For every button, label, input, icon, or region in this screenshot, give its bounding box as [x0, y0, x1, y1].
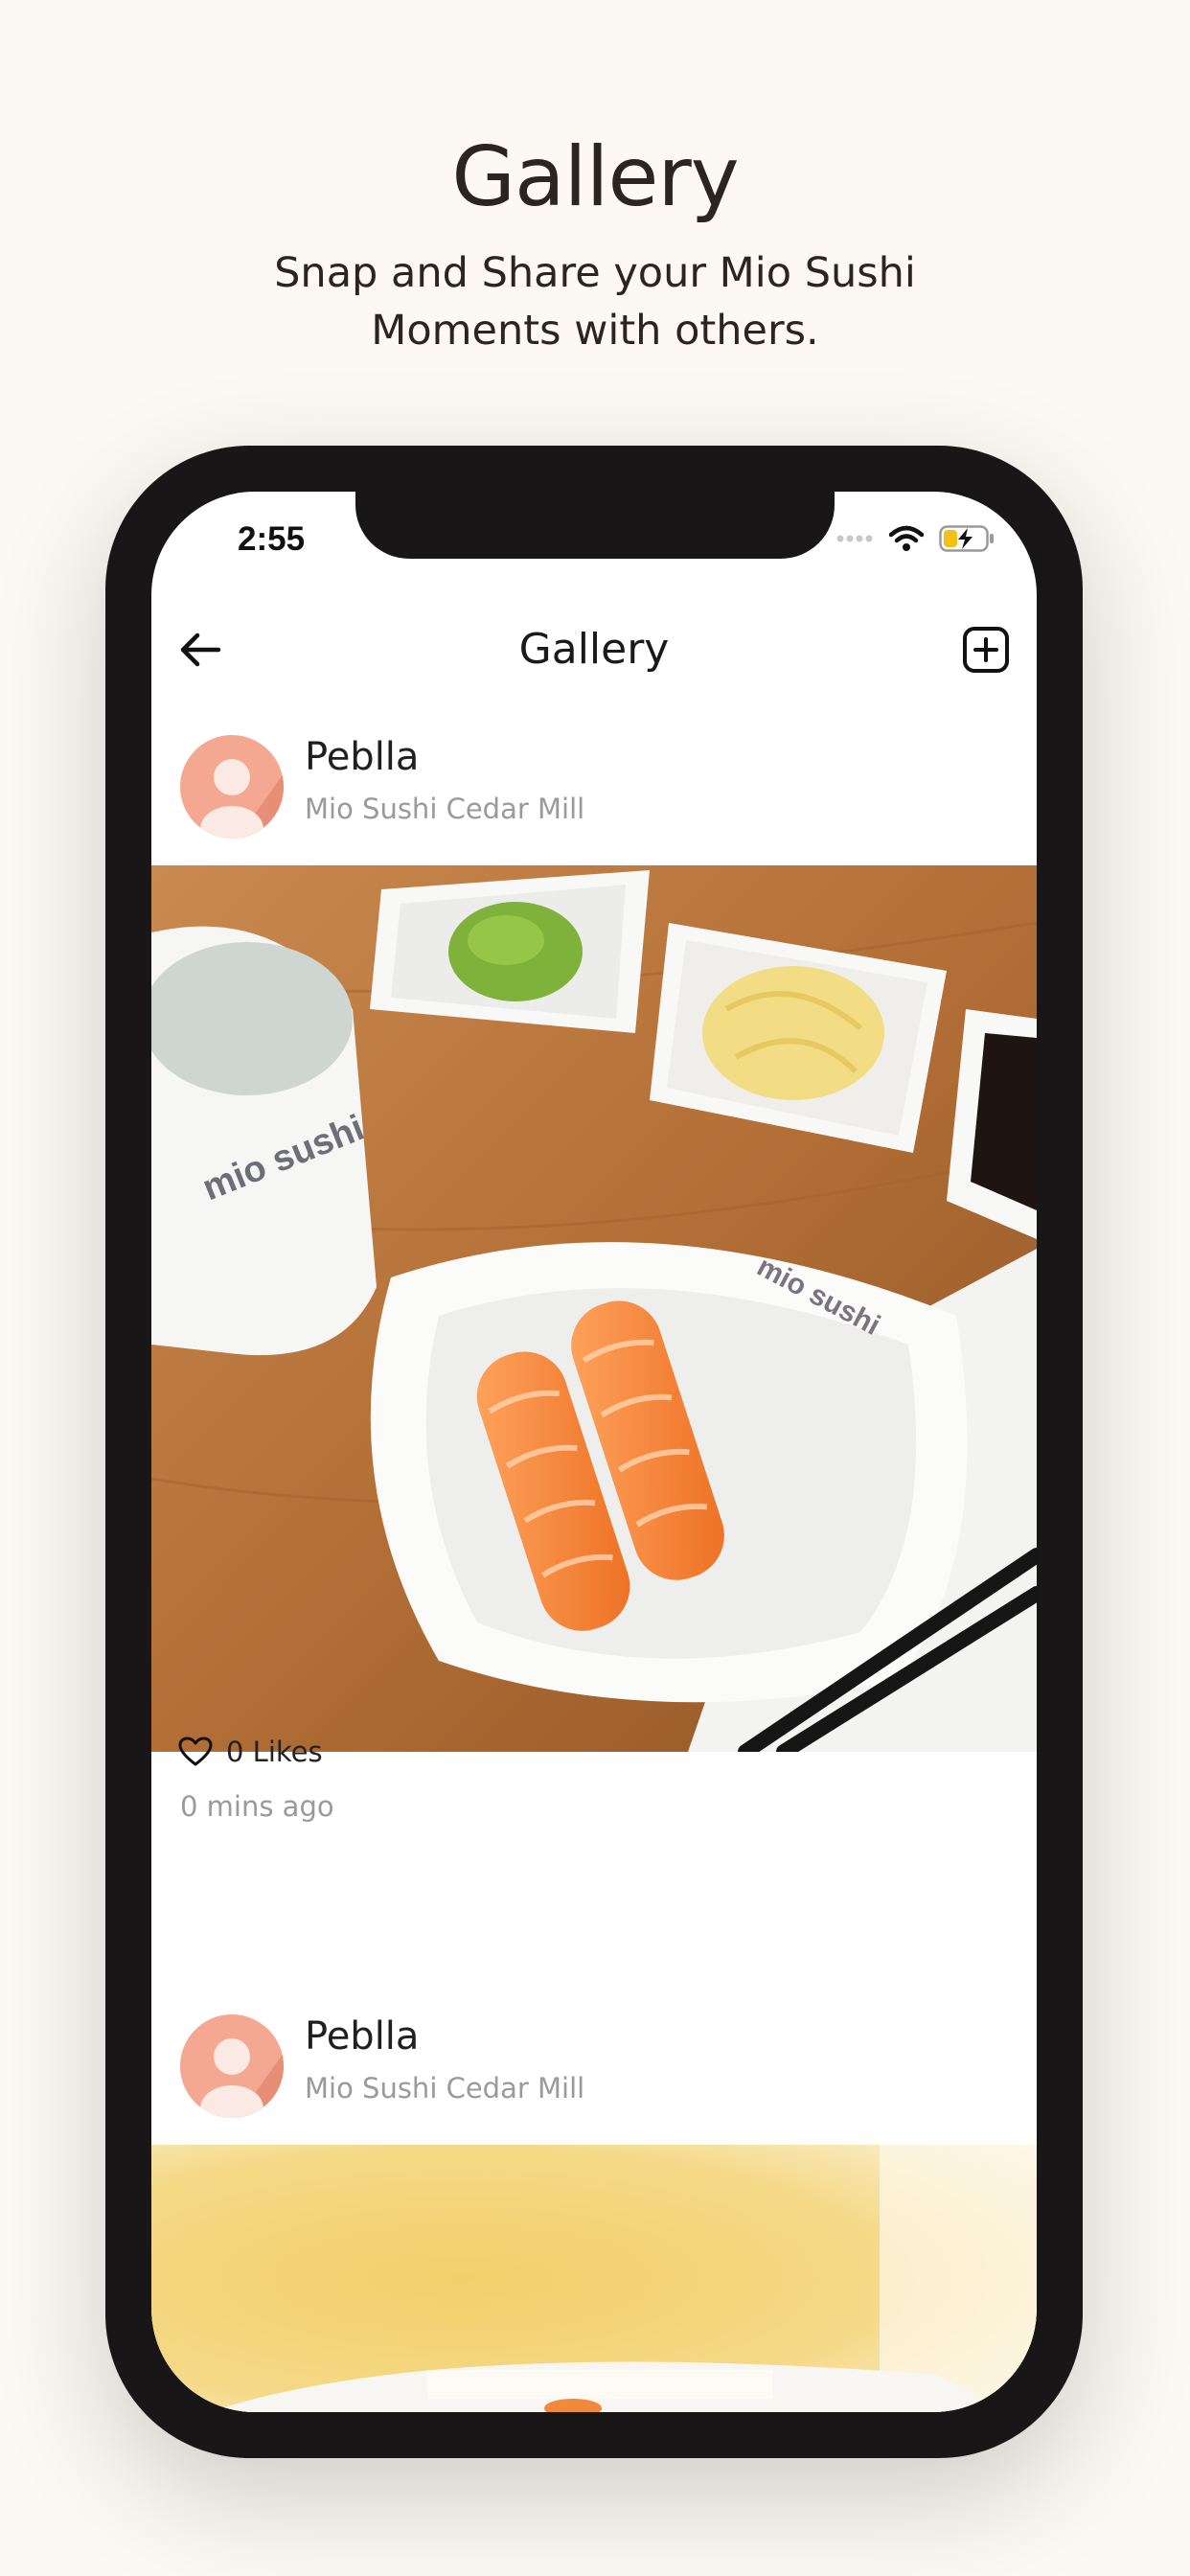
like-row[interactable]: 0 Likes — [178, 1733, 323, 1771]
user-avatar-icon — [200, 2038, 284, 2118]
promo-title: Gallery — [451, 129, 739, 225]
likes-count: 0 Likes — [226, 1736, 323, 1768]
home-indicator — [427, 2370, 772, 2399]
promo-subtitle: Snap and Share your Mio Sushi Moments wi… — [212, 244, 978, 359]
avatar[interactable] — [180, 2014, 284, 2118]
phone-screen: 2:55 Gallery Peblla Mio Sushi Cedar Mill… — [151, 492, 1037, 2412]
promo-subtitle-line-2: Moments with others. — [371, 307, 819, 355]
user-avatar-icon — [200, 759, 284, 839]
post-location: Mio Sushi Cedar Mill — [305, 793, 585, 825]
post-time-ago: 0 mins ago — [180, 1790, 334, 1823]
plus-square-icon[interactable] — [962, 626, 1010, 674]
post-header[interactable]: Peblla Mio Sushi Cedar Mill — [151, 1991, 1037, 2135]
avatar[interactable] — [180, 735, 284, 839]
nav-bar: Gallery — [151, 587, 1037, 712]
phone-frame: 2:55 Gallery Peblla Mio Sushi Cedar Mill… — [105, 446, 1083, 2458]
post-user-name[interactable]: Peblla — [305, 2014, 419, 2058]
post-location: Mio Sushi Cedar Mill — [305, 2072, 585, 2104]
promo-subtitle-line-1: Snap and Share your Mio Sushi — [274, 249, 916, 297]
heart-icon[interactable] — [178, 1736, 213, 1767]
nav-title: Gallery — [518, 625, 670, 674]
notch — [355, 492, 835, 559]
post-photo[interactable]: mio sushi mio sushi — [151, 865, 1037, 1752]
status-icons — [835, 524, 995, 553]
sushi-photo: mio sushi mio sushi — [151, 865, 1037, 1752]
status-time: 2:55 — [238, 520, 306, 558]
post-user-name[interactable]: Peblla — [305, 735, 419, 779]
battery-charging-icon — [939, 525, 994, 552]
post-header[interactable]: Peblla Mio Sushi Cedar Mill — [151, 712, 1037, 856]
signal-icon — [836, 535, 873, 542]
wifi-icon — [889, 525, 924, 551]
